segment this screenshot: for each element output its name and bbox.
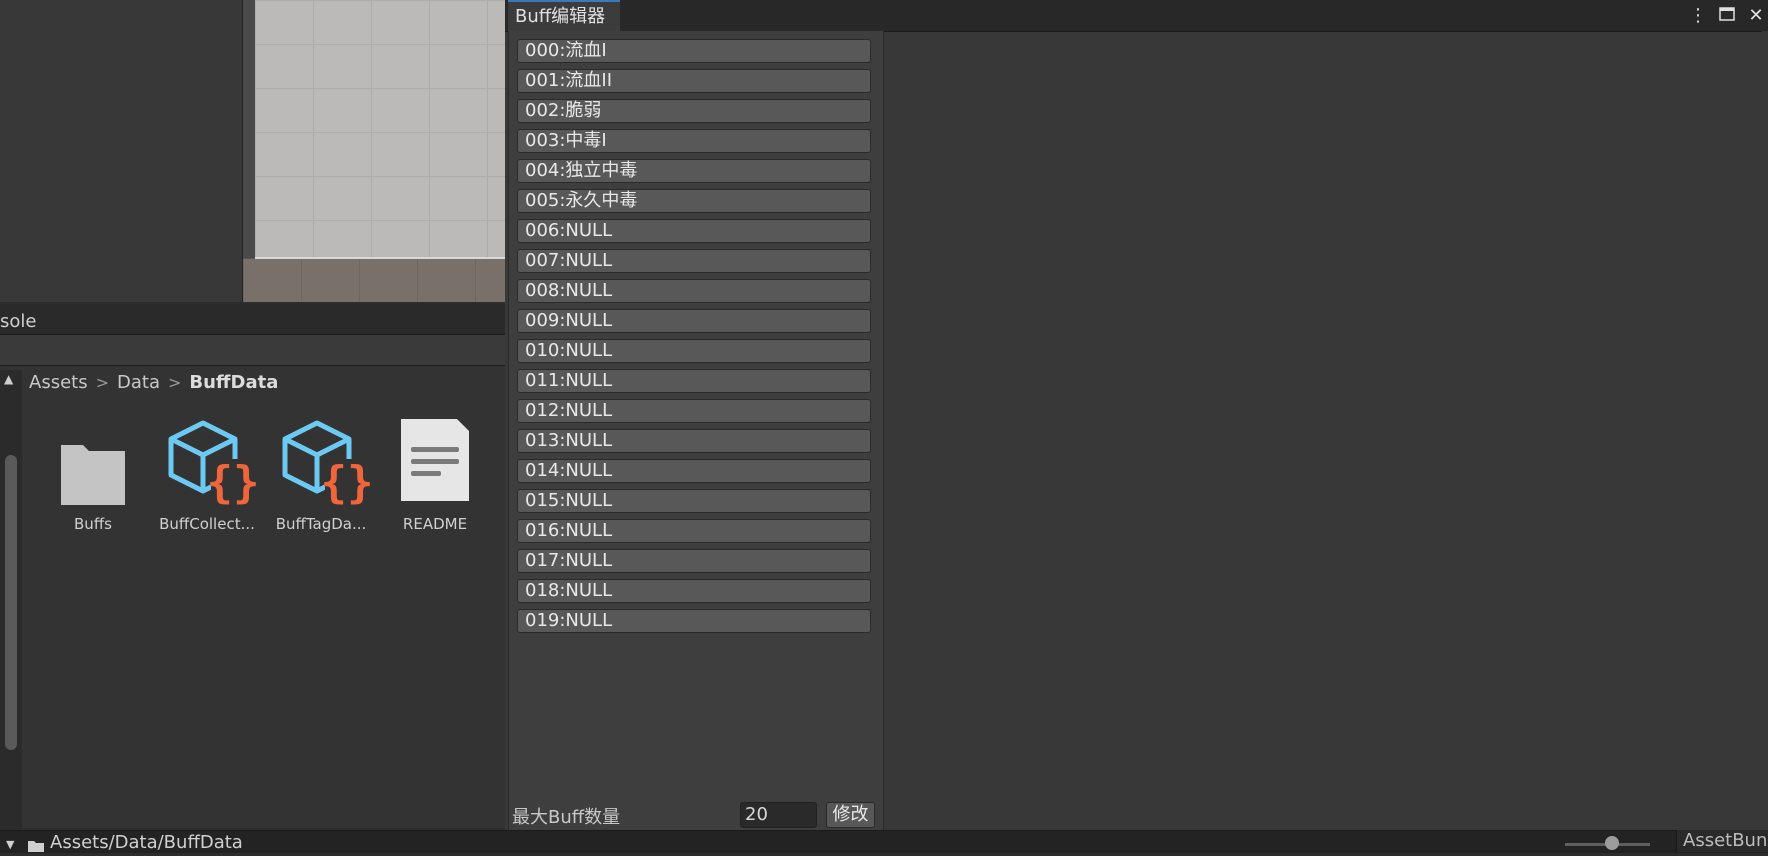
buff-item-button[interactable]: 008:NULL [517, 279, 871, 303]
modify-button[interactable]: 修改 [826, 802, 875, 828]
editor-right-edge [1762, 31, 1768, 830]
svg-text:{}: {} [321, 457, 371, 505]
buff-item-button[interactable]: 015:NULL [517, 489, 871, 513]
scriptable-object-icon: {} [167, 415, 259, 508]
scriptable-object-icon: {} [281, 415, 373, 508]
buff-item-button[interactable]: 013:NULL [517, 429, 871, 453]
folder-icon [53, 415, 133, 505]
asset-item-buffcollection[interactable]: {} BuffCollect... [152, 415, 262, 533]
buff-item-button[interactable]: 017:NULL [517, 549, 871, 573]
hierarchy-panel [0, 0, 243, 302]
asset-label: README [402, 515, 468, 533]
project-path-bar [0, 830, 1768, 853]
slider-knob[interactable] [1605, 836, 1619, 850]
tab-console[interactable]: sole [0, 304, 36, 334]
buff-item-button[interactable]: 009:NULL [517, 309, 871, 333]
breadcrumb-item-buffdata[interactable]: BuffData [189, 372, 278, 393]
buff-item-button[interactable]: 002:脆弱 [517, 99, 871, 123]
buff-item-button[interactable]: 019:NULL [517, 609, 871, 633]
scrollbar-thumb[interactable] [5, 455, 17, 750]
editor-title-bar [505, 0, 1768, 32]
scene-frame-edge [243, 0, 255, 258]
breadcrumb-item-data[interactable]: Data [117, 372, 160, 393]
asset-item-readme[interactable]: README [380, 415, 490, 533]
project-toolbar [0, 335, 507, 366]
window-controls: ⋮ ✕ [1688, 2, 1766, 28]
buff-item-button[interactable]: 004:独立中毒 [517, 159, 871, 183]
buff-item-button[interactable]: 003:中毒I [517, 129, 871, 153]
scene-view[interactable] [243, 0, 507, 302]
console-tab-bar: sole [0, 304, 507, 335]
folder-icon [28, 837, 44, 852]
text-document-icon [395, 415, 475, 505]
close-icon[interactable]: ✕ [1746, 5, 1766, 26]
breadcrumb-item-assets[interactable]: Assets [29, 372, 88, 393]
scene-grid [255, 0, 507, 257]
asset-bundle-label[interactable]: AssetBund [1676, 830, 1768, 852]
maximize-icon[interactable] [1717, 5, 1737, 26]
scroll-up-arrow-icon[interactable]: ▲ [4, 372, 13, 386]
chevron-down-icon[interactable]: ▼ [6, 838, 14, 851]
buff-item-button[interactable]: 011:NULL [517, 369, 871, 393]
buff-item-button[interactable]: 012:NULL [517, 399, 871, 423]
asset-item-buffs[interactable]: Buffs [38, 415, 148, 533]
buff-item-button[interactable]: 016:NULL [517, 519, 871, 543]
buff-item-button[interactable]: 001:流血II [517, 69, 871, 93]
max-buff-count-input[interactable]: 20 [740, 802, 817, 828]
buff-item-button[interactable]: 010:NULL [517, 339, 871, 363]
buff-item-button[interactable]: 007:NULL [517, 249, 871, 273]
tab-buff-editor[interactable]: Buff编辑器 [508, 0, 621, 31]
more-menu-icon[interactable]: ⋮ [1688, 5, 1708, 26]
buff-item-button[interactable]: 005:永久中毒 [517, 189, 871, 213]
buff-item-button[interactable]: 006:NULL [517, 219, 871, 243]
chevron-right-icon: > [95, 372, 109, 392]
asset-label: BuffTagDa... [275, 515, 367, 533]
buff-item-button[interactable]: 018:NULL [517, 579, 871, 603]
max-buff-count-label: 最大Buff数量 [512, 807, 621, 828]
svg-text:{}: {} [207, 457, 257, 505]
chevron-right-icon: > [167, 372, 182, 392]
asset-label: Buffs [74, 515, 112, 533]
breadcrumb: Assets > Data > BuffData [29, 370, 278, 394]
buff-item-button[interactable]: 014:NULL [517, 459, 871, 483]
asset-item-bufftagdata[interactable]: {} BuffTagDa... [266, 415, 376, 533]
buff-item-button[interactable]: 000:流血I [517, 39, 871, 63]
project-path-text: Assets/Data/BuffData [50, 832, 243, 853]
asset-label: BuffCollect... [159, 515, 255, 533]
scene-floor [243, 259, 507, 302]
